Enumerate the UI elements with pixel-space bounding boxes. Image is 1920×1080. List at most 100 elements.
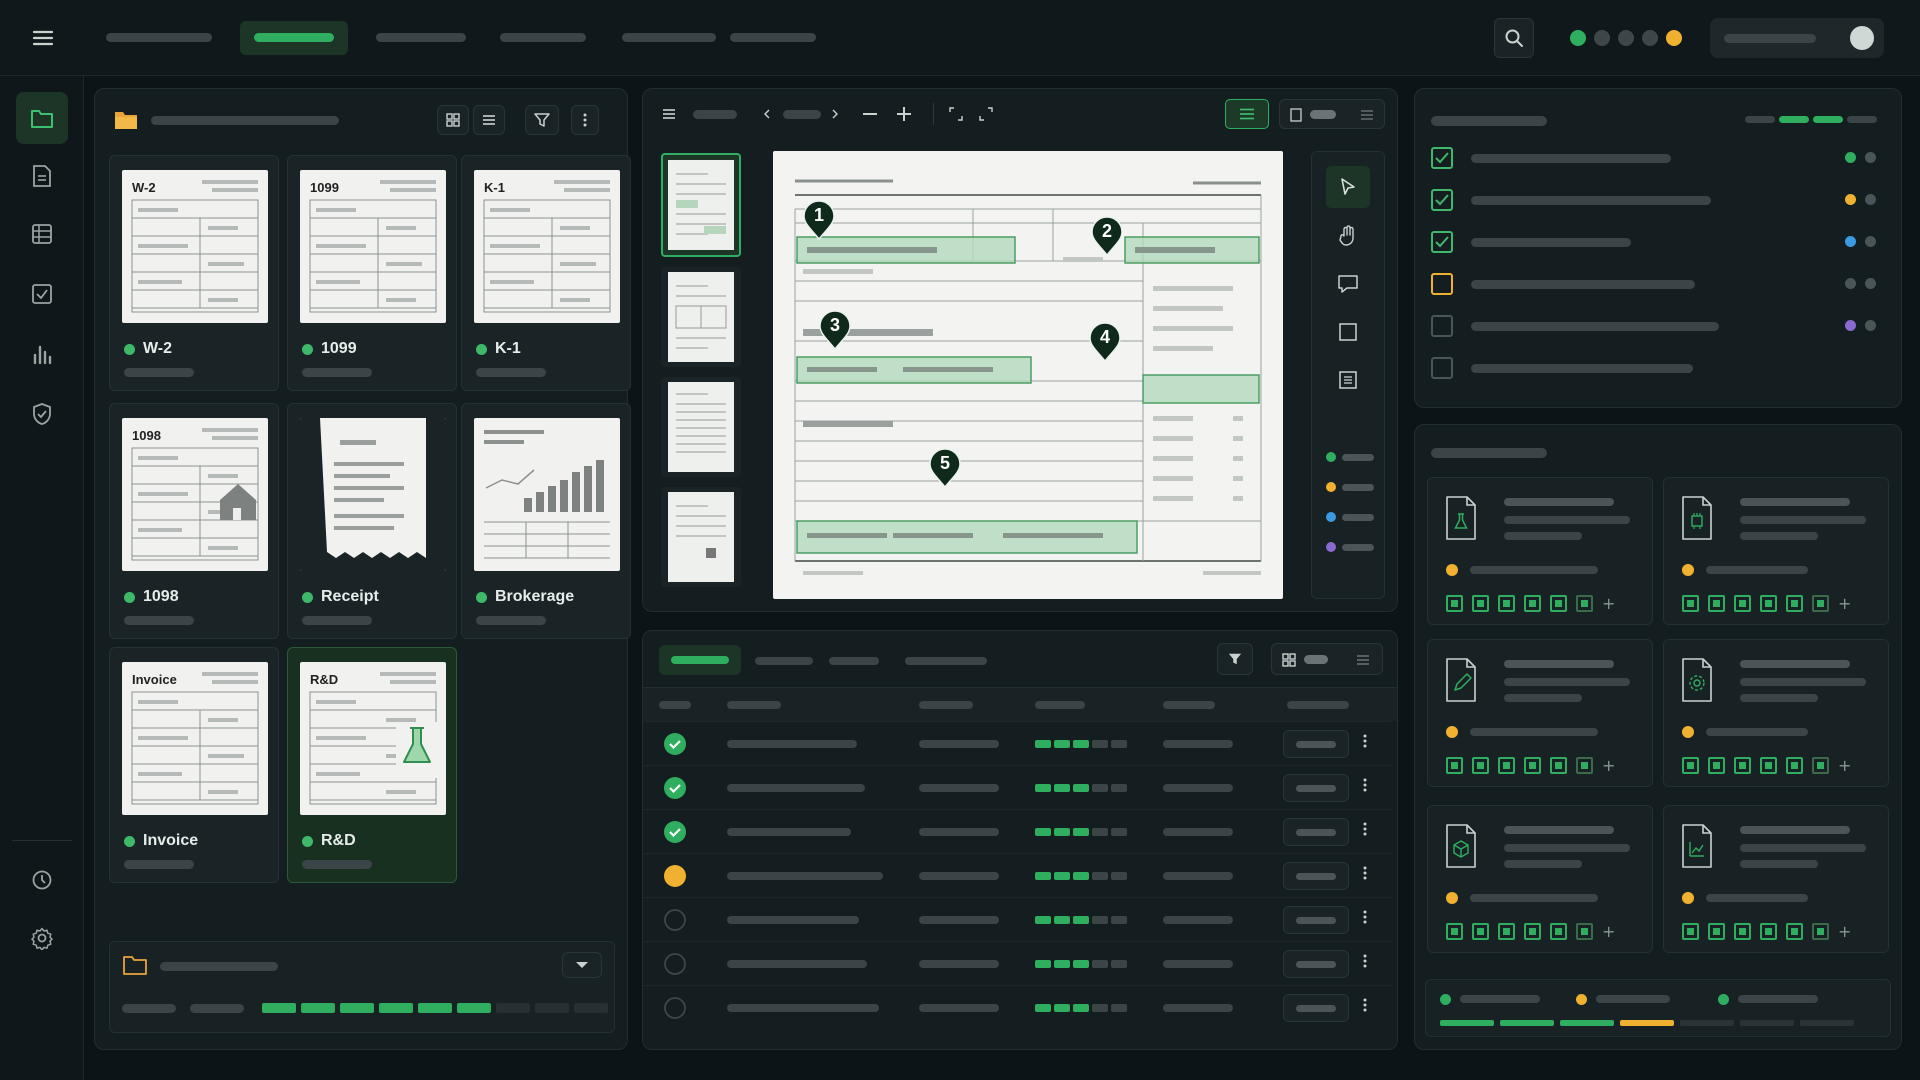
page-thumb-1[interactable]: [661, 153, 741, 257]
row-action-button[interactable]: [1283, 730, 1349, 758]
row-status[interactable]: [663, 908, 687, 932]
next-page-icon[interactable]: [829, 105, 841, 123]
row-action-button[interactable]: [1283, 906, 1349, 934]
grid-view-button[interactable]: [437, 105, 469, 135]
row-status[interactable]: [663, 776, 687, 800]
sidebar-item-documents[interactable]: [16, 154, 68, 198]
document-card[interactable]: K-1 K-1: [461, 155, 631, 391]
nav-tab-3[interactable]: [376, 33, 466, 42]
document-card[interactable]: R&D R&D: [287, 647, 457, 883]
row-menu-button[interactable]: [1363, 822, 1377, 842]
tab-2[interactable]: [755, 657, 813, 665]
expand-button[interactable]: [562, 952, 602, 978]
nav-tab-1[interactable]: [106, 33, 212, 42]
checkbox[interactable]: [1431, 357, 1453, 379]
pan-tool-button[interactable]: [1326, 216, 1370, 256]
select-tool-button[interactable]: [1326, 166, 1370, 208]
document-card[interactable]: 1099 1099: [287, 155, 457, 391]
document-card[interactable]: Brokerage: [461, 403, 631, 639]
module-card[interactable]: +: [1427, 477, 1653, 625]
row-menu-button[interactable]: [1363, 910, 1377, 930]
page-thumb-3[interactable]: [661, 377, 741, 477]
row-action-button[interactable]: [1283, 862, 1349, 890]
add-step-icon[interactable]: +: [1838, 757, 1851, 774]
checkbox[interactable]: [1431, 231, 1453, 253]
checkbox[interactable]: [1431, 189, 1453, 211]
nav-tab-4[interactable]: [500, 33, 586, 42]
page-thumb-2[interactable]: [661, 267, 741, 367]
sidebar-item-history[interactable]: [16, 858, 68, 902]
table-row[interactable]: [643, 897, 1391, 941]
nav-tab-5[interactable]: [622, 33, 716, 42]
view-mode-toggle[interactable]: [1279, 99, 1385, 129]
row-action-button[interactable]: [1283, 774, 1349, 802]
table-row[interactable]: [643, 721, 1391, 765]
annotation-pin[interactable]: 1: [802, 200, 836, 241]
zoom-in-icon[interactable]: [895, 105, 913, 123]
avatar[interactable]: [1850, 26, 1874, 50]
more-options-button[interactable]: [571, 105, 599, 135]
document-card[interactable]: 1098 1098: [109, 403, 279, 639]
checklist-item[interactable]: [1415, 179, 1903, 221]
annotation-pin[interactable]: 2: [1090, 216, 1124, 257]
search-button[interactable]: [1494, 18, 1534, 58]
row-menu-button[interactable]: [1363, 778, 1377, 798]
add-step-icon[interactable]: +: [1838, 595, 1851, 612]
add-step-icon[interactable]: +: [1602, 923, 1615, 940]
table-row[interactable]: [643, 765, 1391, 809]
add-step-icon[interactable]: +: [1602, 595, 1615, 612]
table-row[interactable]: [643, 809, 1391, 853]
sidebar-item-forms[interactable]: [16, 212, 68, 256]
row-menu-button[interactable]: [1363, 998, 1377, 1018]
module-card[interactable]: +: [1663, 639, 1889, 787]
row-status[interactable]: [663, 952, 687, 976]
sidebar-item-files[interactable]: [16, 92, 68, 144]
comment-tool-button[interactable]: [1326, 264, 1370, 304]
checklist-item[interactable]: [1415, 305, 1903, 347]
checklist-item[interactable]: [1415, 137, 1903, 179]
list-view-button[interactable]: [473, 105, 505, 135]
tab-4[interactable]: [905, 657, 987, 665]
checkbox[interactable]: [1431, 315, 1453, 337]
annotation-pin[interactable]: 5: [928, 448, 962, 489]
text-view-button[interactable]: [1225, 99, 1269, 129]
table-filter-button[interactable]: [1217, 643, 1253, 675]
sidebar-item-security[interactable]: [16, 392, 68, 436]
row-menu-button[interactable]: [1363, 954, 1377, 974]
text-tool-button[interactable]: [1326, 360, 1370, 400]
user-menu[interactable]: [1710, 18, 1884, 58]
checklist-item[interactable]: [1415, 347, 1903, 389]
table-view-toggle[interactable]: [1271, 643, 1383, 675]
row-action-button[interactable]: [1283, 950, 1349, 978]
add-step-icon[interactable]: +: [1838, 923, 1851, 940]
table-row[interactable]: [643, 985, 1391, 1029]
nav-tab-6[interactable]: [730, 33, 816, 42]
checklist-item[interactable]: [1415, 263, 1903, 305]
row-menu-button[interactable]: [1363, 734, 1377, 754]
document-card[interactable]: Invoice Invoice: [109, 647, 279, 883]
row-status[interactable]: [663, 864, 687, 888]
module-card[interactable]: +: [1663, 477, 1889, 625]
rectangle-tool-button[interactable]: [1326, 312, 1370, 352]
sidebar-item-settings[interactable]: [16, 916, 68, 960]
row-menu-button[interactable]: [1363, 866, 1377, 886]
checkbox[interactable]: [1431, 273, 1453, 295]
table-row[interactable]: [643, 941, 1391, 985]
sidebar-item-reports[interactable]: [16, 332, 68, 376]
page-thumb-4[interactable]: [661, 487, 741, 587]
module-card[interactable]: +: [1427, 639, 1653, 787]
fit-width-icon[interactable]: [947, 105, 965, 123]
module-card[interactable]: +: [1427, 805, 1653, 953]
document-card[interactable]: Receipt: [287, 403, 457, 639]
menu-icon[interactable]: [30, 26, 56, 50]
row-status[interactable]: [663, 996, 687, 1020]
nav-tab-active[interactable]: [240, 21, 348, 55]
sidebar-item-tasks[interactable]: [16, 272, 68, 316]
table-row[interactable]: [643, 853, 1391, 897]
tab-3[interactable]: [829, 657, 879, 665]
fit-page-icon[interactable]: [977, 105, 995, 123]
pages-icon[interactable]: [661, 107, 677, 121]
row-action-button[interactable]: [1283, 818, 1349, 846]
row-status[interactable]: [663, 732, 687, 756]
tab-active[interactable]: [659, 645, 741, 675]
